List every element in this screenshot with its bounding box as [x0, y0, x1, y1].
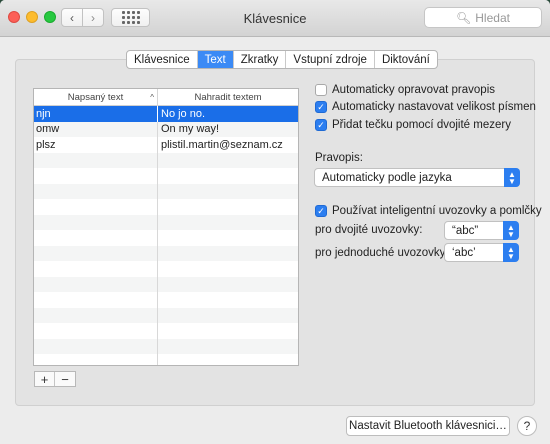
empty-row: [34, 261, 298, 277]
table-header: Napsaný text ^ Nahradit textem: [34, 89, 298, 106]
empty-row: [34, 338, 298, 354]
replace-cell[interactable]: On my way!: [158, 122, 298, 138]
autocapitalize-checkbox[interactable]: ✓: [315, 101, 327, 113]
empty-row: [34, 307, 298, 323]
empty-row: [34, 230, 298, 246]
checkmark-icon: ✓: [317, 205, 325, 216]
empty-row: [34, 152, 298, 168]
empty-row: [34, 168, 298, 184]
empty-row: [34, 183, 298, 199]
double-quotes-value: “abc”: [452, 224, 479, 237]
spelling-label: Pravopis:: [315, 152, 363, 164]
checkmark-icon: ✓: [317, 101, 325, 112]
period-double-space-checkbox[interactable]: ✓: [315, 119, 327, 131]
add-button[interactable]: +: [35, 372, 55, 387]
remove-button[interactable]: −: [55, 372, 75, 387]
empty-row: [34, 245, 298, 261]
column-header-replace[interactable]: Nahradit textem: [158, 89, 298, 106]
tab-text[interactable]: Text: [197, 51, 234, 68]
search-icon: 🔍︎: [456, 10, 472, 25]
autocapitalize-label: Automaticky nastavovat velikost písmen: [332, 101, 536, 113]
empty-row: [34, 292, 298, 308]
title-bar: ‹ › Klávesnice 🔍︎ Hledat: [0, 0, 550, 37]
tab-dictation[interactable]: Diktování: [375, 51, 437, 68]
empty-row: [34, 214, 298, 230]
search-placeholder: Hledat: [475, 10, 510, 25]
smart-quotes-checkbox[interactable]: ✓: [315, 205, 327, 217]
empty-row: [34, 276, 298, 292]
search-input[interactable]: 🔍︎ Hledat: [424, 7, 542, 28]
period-double-space-checkbox-row[interactable]: ✓ Přidat tečku pomocí dvojité mezery: [315, 119, 511, 131]
tab-shortcuts[interactable]: Zkratky: [234, 51, 287, 68]
autocorrect-checkbox[interactable]: [315, 84, 327, 96]
typed-cell[interactable]: omw: [34, 121, 158, 137]
table-row[interactable]: njn No jo no.: [34, 106, 298, 122]
spelling-value: Automaticky podle jazyka: [322, 171, 452, 184]
tab-keyboard[interactable]: Klávesnice: [127, 51, 198, 68]
column-header-typed[interactable]: Napsaný text ^: [34, 89, 158, 106]
single-quotes-label: pro jednoduché uvozovky:: [315, 247, 449, 259]
double-quotes-popup[interactable]: “abc” ▲ ▼: [444, 221, 519, 240]
chevron-updown-icon: ▲ ▼: [504, 168, 520, 187]
spelling-popup[interactable]: Automaticky podle jazyka ▲ ▼: [314, 168, 520, 187]
empty-row: [34, 354, 298, 365]
question-mark-icon: ?: [523, 419, 531, 433]
tab-bar: Klávesnice Text Zkratky Vstupní zdroje D…: [126, 50, 438, 69]
replace-cell[interactable]: No jo no.: [158, 106, 298, 122]
checkmark-icon: ✓: [317, 119, 325, 130]
empty-row: [34, 199, 298, 215]
autocapitalize-checkbox-row[interactable]: ✓ Automaticky nastavovat velikost písmen: [315, 101, 536, 113]
double-quotes-label: pro dvojité uvozovky:: [315, 224, 423, 236]
chevron-updown-icon: ▲ ▼: [503, 221, 519, 240]
table-row[interactable]: omw On my way!: [34, 121, 298, 138]
autocorrect-checkbox-row[interactable]: Automaticky opravovat pravopis: [315, 84, 495, 96]
autocorrect-label: Automaticky opravovat pravopis: [332, 84, 495, 96]
replace-cell[interactable]: plistil.martin@seznam.cz: [158, 137, 298, 153]
empty-row: [34, 323, 298, 339]
smart-quotes-label: Používat inteligentní uvozovky a pomlčky: [332, 205, 542, 217]
tab-input-sources[interactable]: Vstupní zdroje: [286, 51, 375, 68]
text-replacement-table: Napsaný text ^ Nahradit textem njn No jo…: [33, 88, 299, 366]
preferences-window: ‹ › Klávesnice 🔍︎ Hledat Klávesnice Text…: [0, 0, 550, 444]
setup-bluetooth-keyboard-button[interactable]: Nastavit Bluetooth klávesnici…: [346, 416, 510, 436]
single-quotes-popup[interactable]: ‘abc’ ▲ ▼: [444, 243, 519, 262]
period-double-space-label: Přidat tečku pomocí dvojité mezery: [332, 119, 511, 131]
help-button[interactable]: ?: [517, 416, 537, 436]
smart-quotes-checkbox-row[interactable]: ✓ Používat inteligentní uvozovky a pomlč…: [315, 205, 542, 217]
add-remove-control: + −: [34, 371, 76, 387]
chevron-updown-icon: ▲ ▼: [503, 243, 519, 262]
typed-cell[interactable]: plsz: [34, 137, 158, 153]
single-quotes-value: ‘abc’: [452, 246, 476, 259]
sort-ascending-icon: ^: [150, 93, 154, 102]
table-rows: njn No jo no. omw On my way! plsz plisti…: [34, 106, 298, 365]
typed-cell[interactable]: njn: [34, 106, 158, 122]
table-row[interactable]: plsz plistil.martin@seznam.cz: [34, 137, 298, 153]
